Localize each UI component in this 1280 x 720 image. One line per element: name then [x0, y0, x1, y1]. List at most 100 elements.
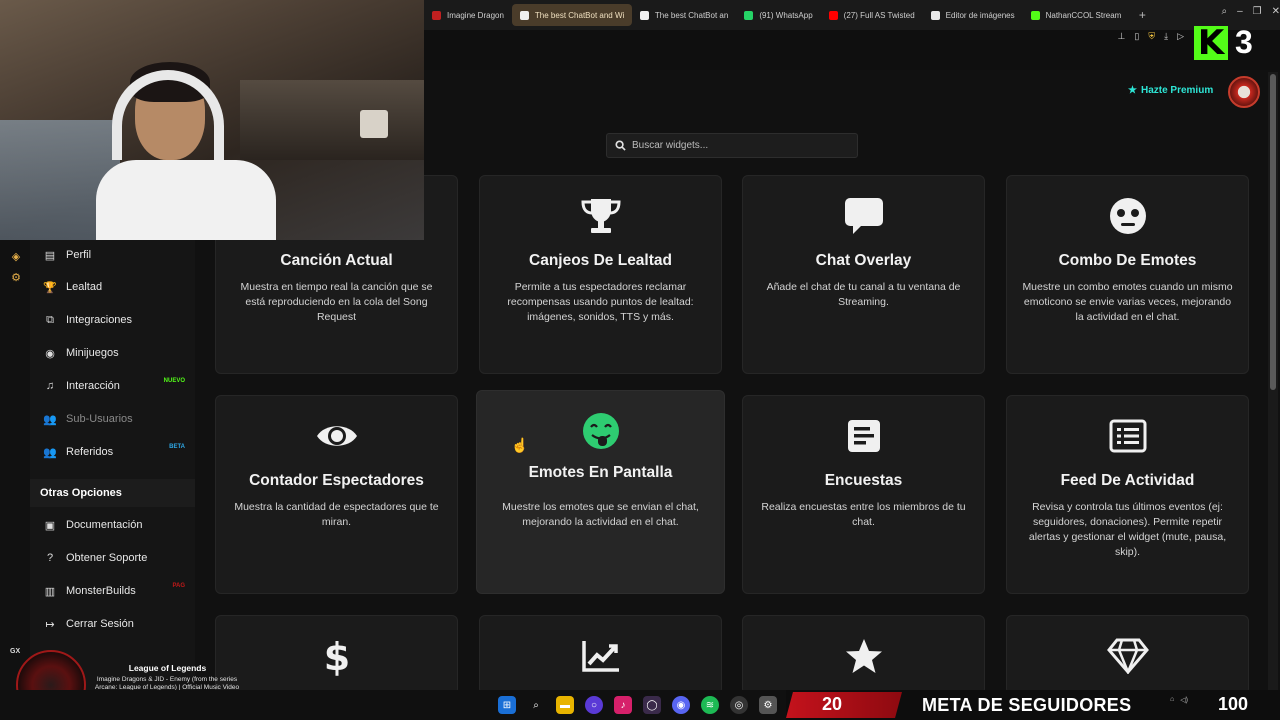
- now-playing-overlay: GX League of Legends Imagine Dragons & J…: [10, 648, 240, 720]
- kick-logo: K: [1194, 26, 1228, 60]
- tab-label: The best ChatBot an: [654, 10, 729, 20]
- scrollbar-thumb[interactable]: [1270, 74, 1276, 390]
- sidebar-item-sub-usuarios[interactable]: 👥 Sub-Usuarios: [30, 404, 195, 434]
- puzzle-icon: ⧉: [46, 313, 54, 326]
- follower-goal-bar: 20 META DE SEGUIDORES ⌂ ◁) 100: [786, 690, 1280, 720]
- obs-icon[interactable]: ◎: [730, 696, 748, 714]
- gamepad-icon: ◉: [45, 347, 55, 360]
- play-icon[interactable]: ▷: [1177, 31, 1184, 42]
- pin-icon[interactable]: ⊥: [1118, 31, 1126, 42]
- bookmark-icon[interactable]: ▯: [1134, 31, 1139, 42]
- browser-tab[interactable]: Editor de imágenes: [923, 4, 1023, 26]
- rail-gem-icon[interactable]: ◈: [9, 250, 23, 264]
- webcam-shelf: [240, 80, 424, 160]
- volume-icon[interactable]: ◁): [1180, 696, 1188, 704]
- spotify-icon[interactable]: ≋: [701, 696, 719, 714]
- new-tab-button[interactable]: +: [1133, 6, 1151, 24]
- network-icon[interactable]: ⌂: [1170, 696, 1174, 704]
- tab-label: The best ChatBot and Wi: [534, 10, 625, 20]
- browser-tab[interactable]: The best ChatBot and Wi: [511, 4, 632, 26]
- sidebar-item-referidos[interactable]: 👥 Referidos BETA: [30, 437, 195, 467]
- sidebar-item-label: Obtener Soporte: [66, 552, 148, 564]
- sidebar-item-label: Referidos: [66, 446, 114, 458]
- music-icon: ♫: [45, 380, 55, 392]
- browser-tab[interactable]: (91) WhatsApp: [736, 4, 820, 26]
- windows-start-icon[interactable]: ⊞: [498, 696, 516, 714]
- screen: Imagine Dragon The best ChatBot and Wi The…: [0, 0, 1280, 720]
- sidebar-item-minijuegos[interactable]: ◉ Minijuegos: [30, 338, 195, 368]
- sidebar-item-documentaci-n[interactable]: ▣ Documentación: [30, 510, 195, 540]
- sidebar-item-obtener-soporte[interactable]: ? Obtener Soporte: [30, 543, 195, 573]
- sidebar-item-label: Lealtad: [66, 281, 103, 293]
- sidebar-item-perfil[interactable]: ▤ Perfil: [30, 240, 195, 270]
- widget-card[interactable]: [742, 615, 985, 695]
- tongue-emoji-icon: [579, 411, 623, 451]
- tiktok-icon[interactable]: ♪: [614, 696, 632, 714]
- monster-icon: ▥: [44, 585, 56, 598]
- sidebar-item-cerrar-sesi-n[interactable]: ↦ Cerrar Sesión: [30, 609, 195, 639]
- webcam-overlay: [0, 0, 424, 240]
- extension-icons: ⊥ ▯ ⛨ ⤓ ▷: [1118, 31, 1184, 42]
- sidebar: ▤ Perfil 🏆 Lealtad ⧉ Integraciones ◉ Minijuegos…: [30, 240, 195, 690]
- sidebar-item-interacci-n[interactable]: ♫ Interacción NUEVO: [30, 371, 195, 401]
- widget-card[interactable]: Encuestas Realiza encuestas entre los mie…: [742, 395, 985, 594]
- app-circle-icon[interactable]: ○: [585, 696, 603, 714]
- book-icon: ▣: [44, 519, 56, 532]
- sidebar-item-label: Integraciones: [66, 314, 133, 326]
- file-explorer-icon[interactable]: ▬: [556, 696, 574, 714]
- webcam-person-body: [96, 160, 276, 240]
- discord-icon[interactable]: ◉: [672, 696, 690, 714]
- widget-title: Canjeos De Lealtad: [529, 252, 672, 269]
- sidebar-item-integraciones[interactable]: ⧉ Integraciones: [30, 305, 195, 335]
- minimize-icon[interactable]: –: [1237, 6, 1243, 17]
- sidebar-item-monsterbuilds[interactable]: ▥ MonsterBuilds PAG: [30, 576, 195, 606]
- widget-card[interactable]: Chat Overlay Añade el chat de tu canal a …: [742, 175, 985, 374]
- browser-tab[interactable]: (27) Full AS Twisted: [821, 4, 923, 26]
- search-icon: [615, 140, 626, 151]
- browser-tab[interactable]: NathanCCOL Stream: [1023, 4, 1130, 26]
- close-icon[interactable]: ✕: [1272, 6, 1280, 17]
- shield-extension-icon[interactable]: ⛨: [1148, 31, 1155, 42]
- tab-favicon-icon: [930, 10, 940, 20]
- widget-description: Muestra en tiempo real la canción que se…: [240, 281, 433, 323]
- svg-text:$: $: [323, 636, 349, 676]
- sidebar-badge: BETA: [169, 444, 185, 450]
- widget-card[interactable]: [479, 615, 722, 695]
- widget-card[interactable]: Canjeos De Lealtad Permite a tus espectad…: [479, 175, 722, 374]
- widget-card[interactable]: Contador Espectadores Muestra la cantidad…: [215, 395, 458, 594]
- search-tabs-icon[interactable]: ⌕: [1221, 6, 1227, 17]
- poll-icon: [842, 416, 886, 456]
- browser-tab[interactable]: Imagine Dragon: [424, 4, 512, 26]
- tab-label: NathanCCOL Stream: [1045, 10, 1122, 20]
- rail-settings-icon[interactable]: ⚙: [9, 271, 23, 285]
- premium-label: Hazte Premium: [1140, 85, 1214, 96]
- browser-tab[interactable]: The best ChatBot an: [632, 4, 736, 26]
- user-avatar[interactable]: [1228, 76, 1260, 108]
- widget-card[interactable]: $: [215, 615, 458, 695]
- restore-icon[interactable]: ❐: [1253, 6, 1262, 17]
- widget-search: [606, 133, 858, 158]
- users-icon: 👥: [43, 413, 57, 426]
- sidebar-item-label: Documentación: [66, 519, 143, 531]
- sidebar-item-lealtad[interactable]: 🏆 Lealtad: [30, 272, 195, 302]
- sidebar-item-label: MonsterBuilds: [66, 585, 136, 597]
- opera-gx-icon[interactable]: ◯: [643, 696, 661, 714]
- star-icon: [842, 636, 886, 676]
- taskbar-search-icon[interactable]: ⌕: [527, 696, 545, 714]
- widget-card[interactable]: Emotes En Pantalla Muestre los emotes que…: [476, 390, 725, 594]
- goal-label: META DE SEGUIDORES: [922, 695, 1132, 715]
- settings-app-icon[interactable]: ⚙: [759, 696, 777, 714]
- widget-title: Canción Actual: [280, 252, 393, 269]
- search-input[interactable]: [632, 140, 832, 151]
- widget-card[interactable]: [1006, 615, 1249, 695]
- widget-description: Realiza encuestas entre los miembros de …: [761, 501, 966, 528]
- widget-card[interactable]: Combo De Emotes Muestre un combo emotes c…: [1006, 175, 1249, 374]
- emoji-face-icon: [1106, 196, 1150, 236]
- download-icon[interactable]: ⤓: [1164, 31, 1168, 42]
- premium-button[interactable]: ★ Hazte Premium: [1128, 85, 1213, 96]
- widget-card[interactable]: Feed De Actividad Revisa y controla tus ú…: [1006, 395, 1249, 594]
- goal-current: 20: [822, 694, 843, 714]
- kick-viewer-count: 3: [1235, 24, 1253, 60]
- widget-description: Muestre un combo emotes cuando un mismo …: [1022, 281, 1233, 323]
- star-icon: ★: [1128, 85, 1137, 96]
